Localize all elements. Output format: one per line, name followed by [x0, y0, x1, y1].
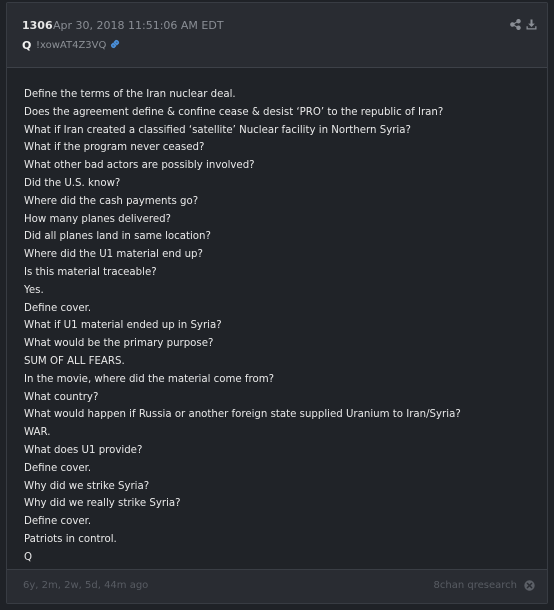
post-line: Does the agreement define & confine ceas… — [24, 106, 444, 118]
post-line: Is this material traceable? — [24, 266, 157, 278]
post-line: Define the terms of the Iran nuclear dea… — [24, 89, 236, 100]
post-line: In the movie, where did the material com… — [24, 373, 275, 385]
post-line: What if Iran created a classified ‘satel… — [24, 124, 411, 136]
post-date: Apr 30, 2018 11:51:06 AM EDT — [53, 19, 224, 32]
post-line: Did all planes land in same location? — [24, 231, 211, 243]
author-tripcode: !xowAT4Z3VQ — [36, 40, 107, 51]
post-line: Q — [24, 551, 33, 563]
post-line: Where did the cash payments go? — [24, 195, 199, 207]
post-source[interactable]: 8chan qresearch — [434, 580, 517, 591]
post-line: SUM OF ALL FEARS. — [24, 355, 125, 367]
post-footer: 6y, 2m, 2w, 5d, 44m ago 8chan qresearch — [7, 569, 547, 603]
post-line: Did the U.S. know? — [24, 177, 121, 189]
author-name: Q — [22, 39, 32, 52]
share-icon[interactable] — [510, 19, 521, 30]
post-body: Define the terms of the Iran nuclear dea… — [24, 86, 539, 567]
post-line: Define cover. — [24, 516, 92, 528]
post-line: What does U1 provide? — [24, 444, 143, 456]
post-line: How many planes delivered? — [24, 213, 171, 225]
post-line: Define cover. — [24, 462, 92, 474]
post-number[interactable]: 1306 — [22, 19, 53, 32]
post-line: What other bad actors are possibly invol… — [24, 160, 255, 172]
post-line: What would be the primary purpose? — [24, 338, 214, 350]
download-icon[interactable] — [526, 19, 537, 30]
post-header: 1306 Apr 30, 2018 11:51:06 AM EDT Q !xow… — [7, 3, 547, 68]
post-line: WAR. — [24, 427, 51, 439]
post-line: Why did we strike Syria? — [24, 480, 150, 492]
post-line: Where did the U1 material end up? — [24, 249, 203, 261]
post-line: What country? — [24, 391, 99, 403]
post-age: 6y, 2m, 2w, 5d, 44m ago — [23, 580, 149, 591]
post-line: What would happen if Russia or another f… — [24, 409, 461, 421]
close-circle-icon[interactable] — [524, 580, 535, 591]
post-line: What if U1 material ended up in Syria? — [24, 320, 222, 332]
post-line: Patriots in control. — [24, 533, 117, 545]
post-line: Why did we really strike Syria? — [24, 498, 181, 510]
link-icon[interactable] — [109, 38, 121, 50]
post-line: Define cover. — [24, 302, 92, 314]
post-line: What if the program never ceased? — [24, 142, 205, 154]
post-card: 1306 Apr 30, 2018 11:51:06 AM EDT Q !xow… — [6, 2, 548, 604]
post-line: Yes. — [24, 284, 44, 296]
